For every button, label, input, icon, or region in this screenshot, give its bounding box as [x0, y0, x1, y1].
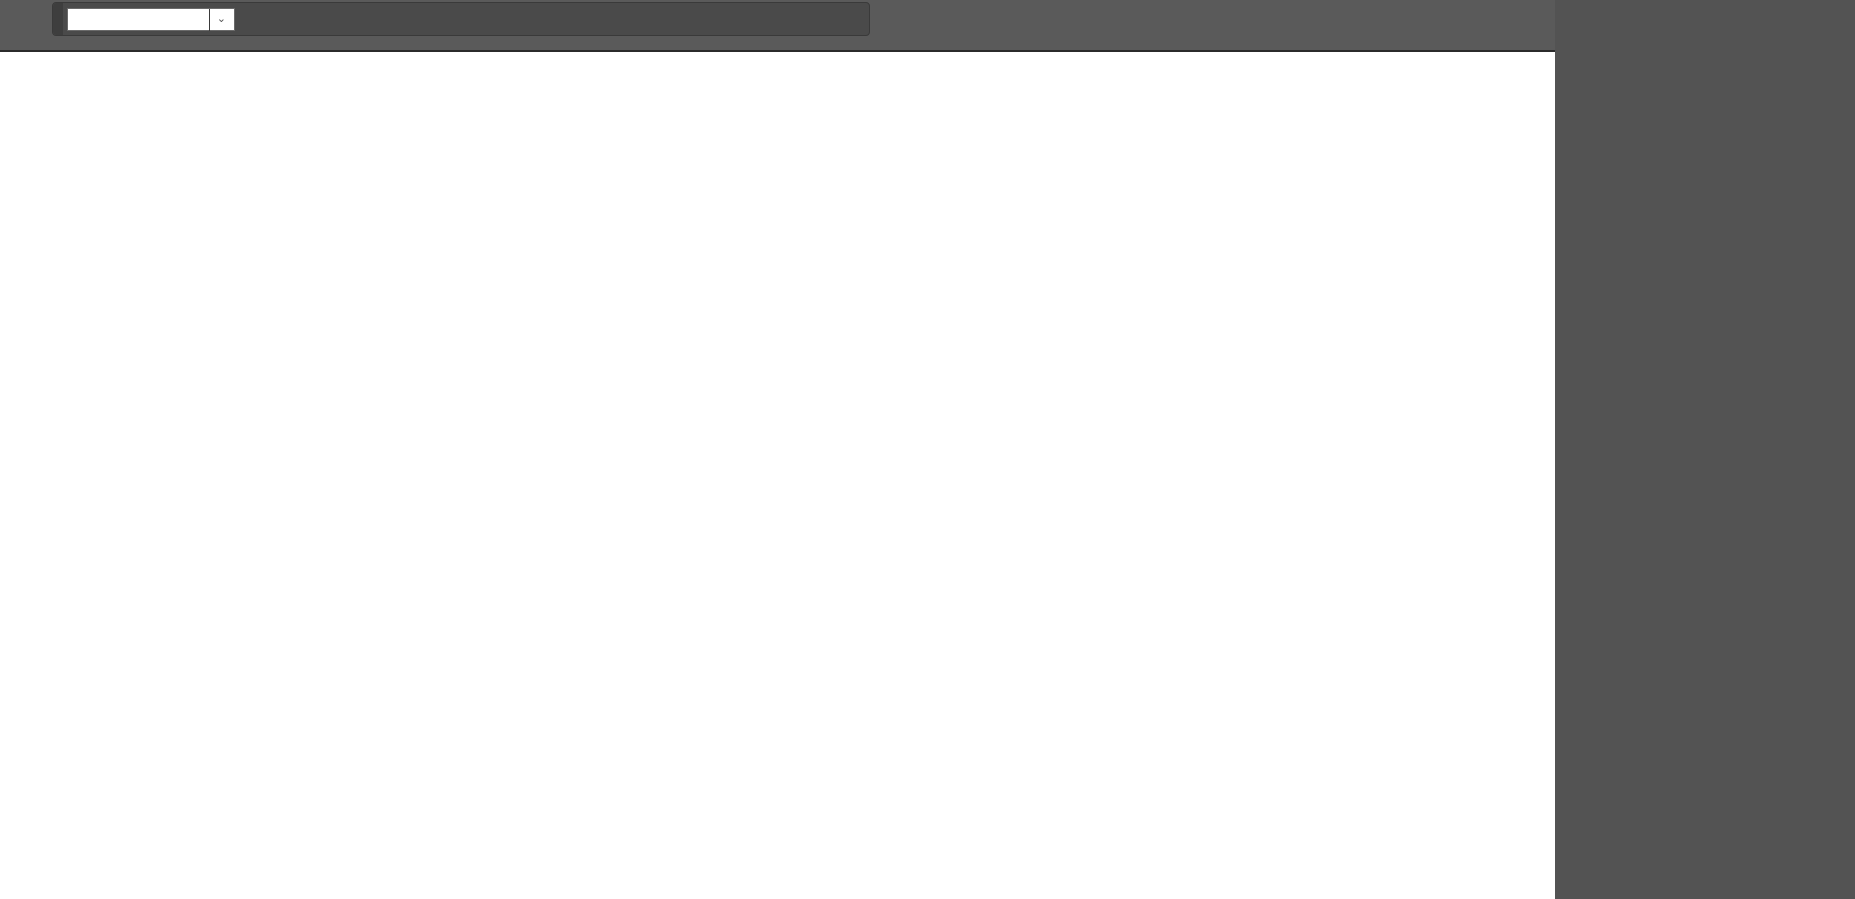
- control-toolbar: ⌄: [52, 2, 870, 36]
- artboard-canvas[interactable]: [0, 50, 1555, 899]
- toolbar-grip[interactable]: [53, 3, 63, 35]
- chevron-down-icon: ⌄: [216, 13, 226, 25]
- toolbar-separator: [209, 9, 210, 31]
